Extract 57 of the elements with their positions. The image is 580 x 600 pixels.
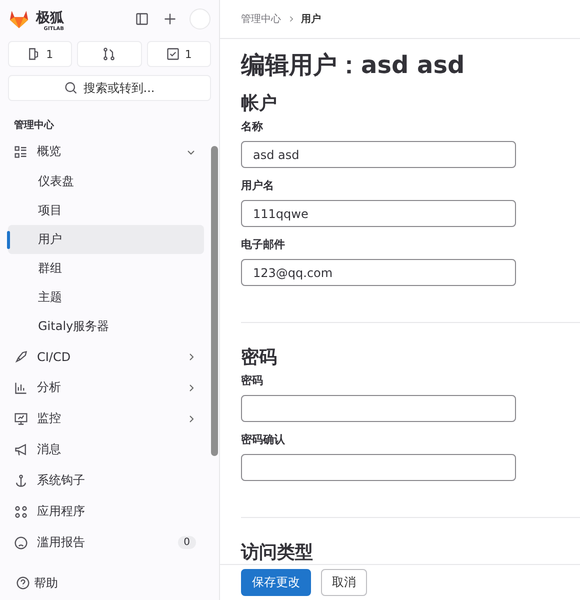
- fox-logo-icon: [8, 9, 30, 29]
- chevron-right-icon: [287, 15, 295, 23]
- nav-subitem[interactable]: Gitaly服务器: [8, 312, 204, 341]
- nav-subitem[interactable]: 仪表盘: [8, 167, 204, 196]
- section-heading: 管理中心: [13, 118, 55, 133]
- sad-face-icon: [14, 536, 28, 550]
- apps-icon: [14, 504, 28, 518]
- bar-chart-icon: [14, 380, 28, 394]
- text-field[interactable]: [241, 395, 516, 422]
- field-label: 密码: [241, 373, 264, 388]
- nav-item[interactable]: CI/CD: [8, 341, 204, 372]
- nav-subitem[interactable]: 项目: [8, 196, 204, 225]
- text-field[interactable]: asd asd: [241, 141, 516, 168]
- rocket-icon: [14, 350, 28, 364]
- breadcrumb-link[interactable]: 用户: [301, 12, 321, 26]
- field-label: 密码确认: [241, 432, 286, 447]
- monitor-icon: [14, 412, 28, 426]
- todo-counter[interactable]: 1: [146, 41, 211, 67]
- megaphone-icon: [14, 442, 28, 456]
- text-field[interactable]: [241, 454, 516, 481]
- breadcrumb-link[interactable]: 管理中心: [241, 12, 281, 26]
- save-button[interactable]: 保存更改: [241, 569, 311, 596]
- nav-item[interactable]: 滥用报告 0: [8, 527, 204, 558]
- nav-subitem[interactable]: 主题: [8, 283, 204, 312]
- page-title: 编辑用户：asd asd: [241, 50, 466, 81]
- field-label: 电子邮件: [241, 237, 286, 252]
- section-title: 密码: [241, 346, 278, 369]
- text-field[interactable]: 111qqwe: [241, 200, 516, 227]
- plus-icon[interactable]: [163, 12, 177, 26]
- section-title: 帐户: [241, 92, 278, 115]
- nav-item[interactable]: 系统钩子: [8, 465, 204, 496]
- field-label: 名称: [241, 119, 264, 134]
- list-icon: [14, 144, 28, 158]
- text-field[interactable]: 123@qq.com: [241, 259, 516, 286]
- nav-subitem[interactable]: 用户: [8, 225, 204, 254]
- count-badge: 0: [178, 536, 196, 549]
- nav-subitem[interactable]: 群组: [8, 254, 204, 283]
- anchor-icon: [14, 474, 28, 488]
- help-icon: [16, 576, 30, 590]
- cancel-button[interactable]: 取消: [321, 569, 367, 596]
- nav-item[interactable]: 应用程序: [8, 496, 204, 527]
- merge-counter[interactable]: [77, 41, 142, 67]
- nav-item[interactable]: 监控: [8, 403, 204, 434]
- merge-request-icon: [102, 47, 116, 61]
- nav-item[interactable]: 概览: [8, 136, 204, 167]
- active-indicator: [7, 231, 10, 249]
- todo-icon: [166, 47, 180, 61]
- issues-counter[interactable]: 1: [8, 41, 72, 67]
- brand-name: 极狐: [36, 10, 64, 26]
- search-icon: [64, 81, 78, 95]
- nav-item[interactable]: 消息: [8, 434, 204, 465]
- section-title: 访问类型: [241, 541, 314, 564]
- search-button[interactable]: 搜索或转到...: [8, 75, 211, 101]
- sidebar-toggle-icon[interactable]: [135, 12, 149, 26]
- help-link[interactable]: 帮助: [0, 566, 219, 600]
- nav-item[interactable]: 分析: [8, 372, 204, 403]
- field-label: 用户名: [241, 178, 275, 193]
